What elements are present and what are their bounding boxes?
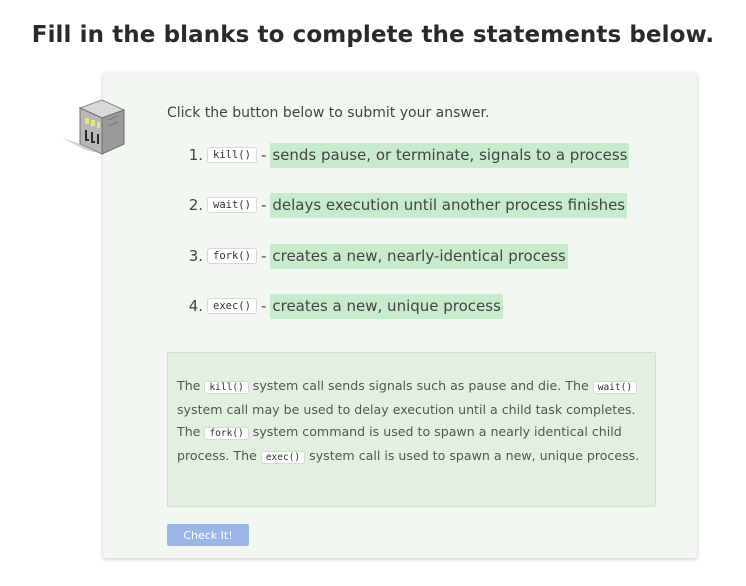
explanation-text: system call is used to spawn a new, uniq… [305,448,640,463]
explanation-text: system call sends signals such as pause … [248,378,593,393]
explanation-text: The [177,378,205,393]
explanation-panel: The kill() system call sends signals suc… [167,352,656,507]
item-number: 3. [188,247,203,265]
building-mascot-icon [58,98,128,158]
answer-item: 3. fork() - creates a new, nearly-identi… [167,243,568,269]
separator: - [260,247,267,265]
item-number: 4. [188,297,203,315]
answer-blank[interactable]: sends pause, or terminate, signals to a … [270,142,630,168]
code-label: fork() [204,427,249,440]
instruction-text: Click the button below to submit your an… [167,105,490,121]
item-number: 1. [188,146,203,164]
separator: - [260,196,267,214]
code-label: exec() [260,451,306,464]
separator: - [260,297,267,315]
check-it-button[interactable]: Check It! [167,524,249,546]
code-label: wait() [207,197,257,213]
code-label: kill() [207,147,257,163]
item-number: 2. [188,196,203,214]
separator: - [260,146,267,164]
answer-blank[interactable]: delays execution until another process f… [270,192,628,218]
answer-blank[interactable]: creates a new, nearly-identical process [270,243,568,269]
code-label: wait() [592,381,638,394]
code-label: exec() [207,298,257,314]
code-label: fork() [207,248,257,264]
code-label: kill() [204,381,249,394]
answer-item: 4. exec() - creates a new, unique proces… [167,293,503,319]
answer-item: 2. wait() - delays execution until anoth… [167,192,628,218]
page-title: Fill in the blanks to complete the state… [31,22,715,48]
answer-item: 1. kill() - sends pause, or terminate, s… [167,142,630,168]
answer-blank[interactable]: creates a new, unique process [270,293,503,319]
